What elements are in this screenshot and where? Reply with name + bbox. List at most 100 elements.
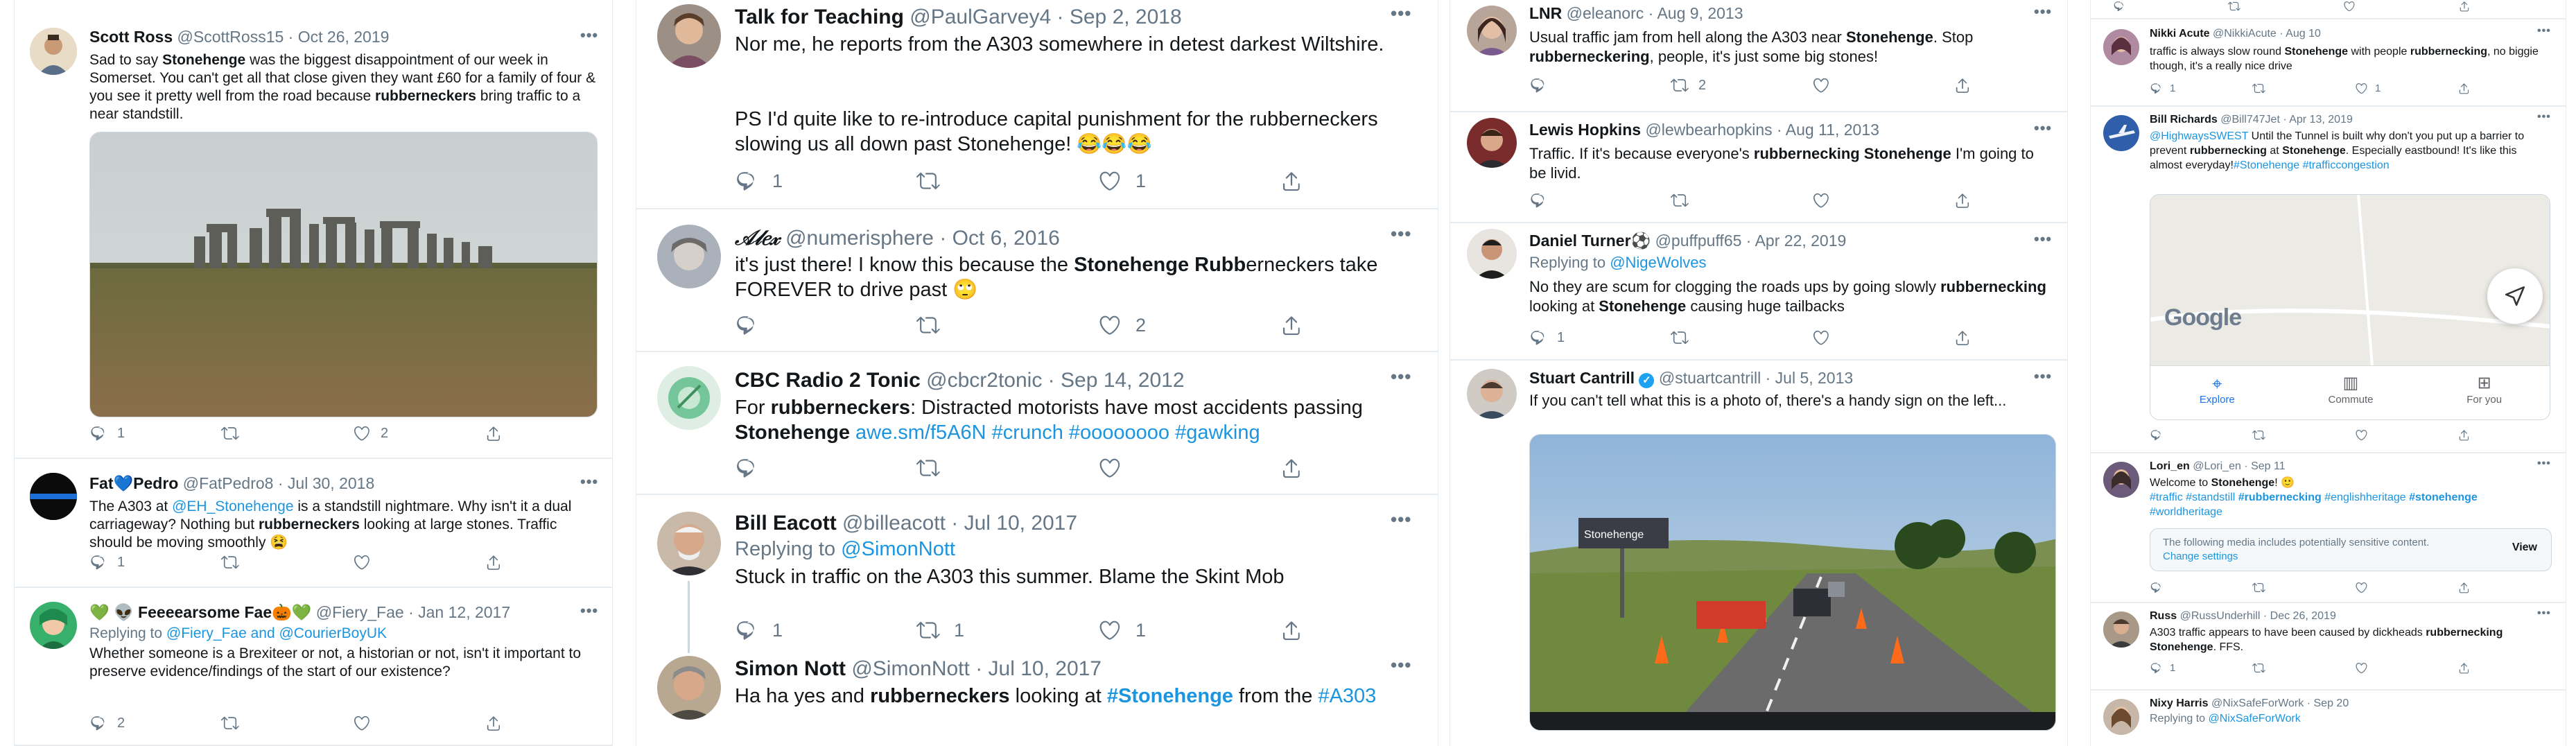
tweet-date[interactable]: Sep 11 — [2251, 460, 2286, 472]
author-name[interactable]: Daniel Turner⚽ — [1529, 232, 1651, 250]
tweet[interactable]: Bill Richards @Bill747Jet · Apr 13, 2019… — [2091, 107, 2566, 453]
author-handle[interactable]: @PaulGarvey4 — [910, 6, 1051, 28]
traffic-photo[interactable]: Stonehenge — [1529, 434, 2056, 731]
share-button[interactable] — [485, 714, 503, 732]
like-button[interactable] — [1812, 191, 1953, 209]
author-handle[interactable]: @RussUnderhill — [2180, 610, 2261, 622]
avatar[interactable] — [30, 473, 77, 520]
tweet-date[interactable]: Sep 20 — [2314, 697, 2349, 709]
retweet-button[interactable] — [221, 424, 353, 442]
reply-button[interactable]: 1 — [89, 424, 221, 442]
author-handle[interactable]: @billeacott — [842, 512, 946, 535]
share-button[interactable] — [2457, 661, 2471, 675]
retweet-button[interactable] — [2252, 661, 2355, 675]
share-button[interactable] — [485, 553, 503, 571]
like-button[interactable] — [2355, 581, 2457, 594]
more-options-icon[interactable]: ••• — [1391, 223, 1411, 245]
retweet-button[interactable] — [2228, 0, 2343, 12]
reply-button[interactable] — [1529, 191, 1671, 209]
author-handle[interactable]: @NikkiAcute — [2213, 28, 2277, 40]
stonehenge-photo[interactable] — [89, 132, 598, 417]
avatar[interactable] — [657, 512, 721, 575]
retweet-button[interactable] — [221, 553, 353, 571]
tweet-date[interactable]: Apr 22, 2019 — [1755, 232, 1847, 250]
share-button[interactable] — [2457, 82, 2471, 95]
tweet-date[interactable]: Jul 5, 2013 — [1775, 369, 1854, 387]
avatar[interactable] — [2103, 29, 2139, 65]
tweet-date[interactable]: Jul 10, 2017 — [989, 657, 1102, 680]
share-button[interactable] — [1280, 313, 1303, 337]
reply-button[interactable]: 2 — [89, 714, 221, 732]
avatar[interactable] — [1467, 229, 1517, 279]
share-button[interactable] — [2457, 581, 2471, 594]
tweet-date[interactable]: Jul 30, 2018 — [288, 474, 374, 492]
retweet-button[interactable] — [916, 313, 1098, 337]
map-view[interactable]: Google — [2150, 195, 2550, 366]
tweet[interactable]: Stuart Cantrill ✓ @stuartcantrill · Jul … — [1450, 361, 2067, 746]
more-options-icon[interactable]: ••• — [580, 602, 598, 620]
tweet-date[interactable]: Apr 13, 2019 — [2289, 114, 2353, 125]
retweet-button[interactable] — [221, 714, 353, 732]
reply-button[interactable] — [1529, 76, 1671, 94]
author-handle[interactable]: @lewbearhopkins — [1645, 121, 1772, 139]
avatar[interactable] — [1467, 118, 1517, 168]
author-name[interactable]: Talk for Teaching — [735, 6, 904, 28]
retweet-button[interactable]: 2 — [1671, 76, 1812, 94]
avatar[interactable] — [2103, 611, 2139, 648]
tweet-date[interactable]: Sep 14, 2012 — [1061, 369, 1185, 392]
like-button[interactable] — [353, 714, 485, 732]
tweet[interactable]: Scott Ross @ScottRoss15 · Oct 26, 2019 •… — [15, 0, 612, 459]
tab-explore[interactable]: ⌖ Explore — [2150, 366, 2284, 419]
tweet-date[interactable]: Jan 12, 2017 — [418, 603, 510, 621]
reply-button[interactable]: 1 — [1529, 329, 1671, 347]
tweet[interactable]: Talk for Teaching @PaulGarvey4 · Sep 2, … — [636, 0, 1438, 209]
more-options-icon[interactable]: ••• — [1391, 654, 1411, 676]
tweet[interactable]: 𝒜𝓁𝑒𝓍 @numerisphere · Oct 6, 2016 ••• it'… — [636, 209, 1438, 352]
like-button[interactable] — [2355, 661, 2457, 675]
tweet-date[interactable]: Dec 26, 2019 — [2270, 610, 2336, 622]
avatar[interactable] — [657, 366, 721, 430]
more-options-icon[interactable]: ••• — [2537, 111, 2551, 123]
like-button[interactable]: 1 — [2355, 82, 2457, 95]
avatar[interactable] — [2103, 462, 2139, 498]
tab-for-you[interactable]: ⊞ For you — [2417, 366, 2550, 419]
tweet-date[interactable]: Oct 26, 2019 — [298, 28, 390, 46]
directions-button[interactable] — [2487, 268, 2543, 324]
tweet-date[interactable]: Jul 10, 2017 — [964, 512, 1077, 535]
like-button[interactable]: 1 — [1098, 169, 1280, 193]
tweet-date[interactable]: Aug 11, 2013 — [1786, 121, 1879, 139]
author-name[interactable]: Stuart Cantrill — [1529, 369, 1635, 387]
more-options-icon[interactable]: ••• — [2034, 230, 2052, 248]
author-handle[interactable]: @Fiery_Fae — [316, 603, 404, 621]
tweet-date[interactable]: Aug 9, 2013 — [1657, 4, 1743, 22]
author-handle[interactable]: @NixSafeForWork — [2211, 697, 2304, 709]
like-button[interactable] — [353, 553, 485, 571]
author-name[interactable]: Nixy Harris — [2150, 697, 2209, 709]
retweet-button[interactable] — [1671, 329, 1812, 347]
more-options-icon[interactable]: ••• — [2034, 367, 2052, 385]
author-name[interactable]: Bill Eacott — [735, 512, 837, 535]
tweet[interactable]: Fat💙Pedro @FatPedro8 · Jul 30, 2018 ••• … — [15, 459, 612, 588]
author-name[interactable]: LNR — [1529, 4, 1562, 22]
like-button[interactable] — [1812, 76, 1953, 94]
reply-button[interactable] — [2150, 581, 2252, 594]
author-handle[interactable]: @eleanorc — [1567, 4, 1644, 22]
tweet[interactable]: CBC Radio 2 Tonic @cbcr2tonic · Sep 14, … — [636, 352, 1438, 495]
share-button[interactable] — [2457, 428, 2471, 442]
reply-button[interactable]: 1 — [2150, 82, 2252, 95]
avatar[interactable] — [2103, 699, 2139, 735]
avatar[interactable] — [2103, 115, 2139, 151]
retweet-button[interactable] — [916, 169, 1098, 193]
author-handle[interactable]: @ScottRoss15 — [177, 28, 284, 46]
reply-button[interactable]: 1 — [89, 553, 221, 571]
author-name[interactable]: Russ — [2150, 610, 2177, 622]
like-button[interactable]: 2 — [353, 424, 485, 442]
more-options-icon[interactable]: ••• — [1391, 3, 1411, 24]
like-button[interactable] — [1812, 329, 1953, 347]
like-button[interactable] — [2343, 0, 2458, 12]
avatar[interactable] — [657, 656, 721, 720]
share-button[interactable] — [485, 424, 503, 442]
more-options-icon[interactable]: ••• — [580, 473, 598, 491]
tweet[interactable]: Daniel Turner⚽ @puffpuff65 · Apr 22, 201… — [1450, 223, 2067, 361]
more-options-icon[interactable]: ••• — [2537, 25, 2551, 37]
